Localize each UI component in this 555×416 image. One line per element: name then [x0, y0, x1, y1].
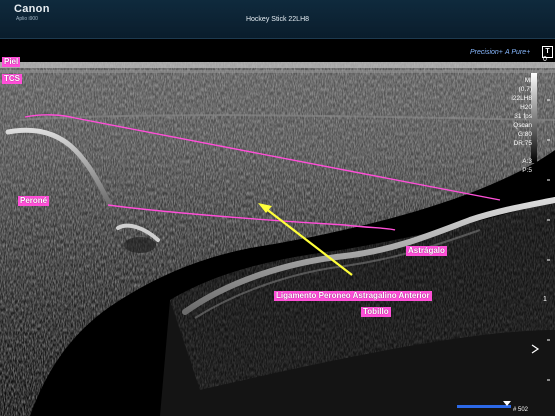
- label-tcs: TCS: [2, 74, 22, 84]
- param-probe: i22LH8: [511, 95, 532, 102]
- label-perone: Peroné: [18, 196, 50, 206]
- label-ligament: Ligamento Peroneo Astragalino Anterior: [274, 291, 432, 301]
- precision-indicator: Precision+: [470, 49, 503, 56]
- fibula-shadow: [124, 237, 156, 253]
- scan-parameters: MI (0.7) i22LH8 H20 31 fps Qscan G:80 DR…: [492, 76, 532, 175]
- skin-band-2: [0, 70, 555, 73]
- frame-counter: # 502: [513, 407, 529, 413]
- cine-position-marker: [503, 401, 511, 406]
- param-gain: G:80: [517, 131, 532, 138]
- param-qscan: Qscan: [513, 122, 532, 129]
- label-astragalo: Astrágalo: [406, 246, 447, 256]
- depth-one: 1: [543, 296, 547, 303]
- param-spacer: [492, 148, 532, 157]
- param-a: A:3: [522, 158, 532, 165]
- ultrasound-image: [0, 62, 555, 416]
- skin-band: [0, 62, 555, 68]
- param-h: H20: [520, 104, 532, 111]
- param-p: P:5: [522, 167, 532, 174]
- apure-indicator: A Pure+: [505, 49, 531, 56]
- param-mi-value: (0.7): [518, 86, 532, 93]
- label-piel: Piel: [2, 57, 21, 67]
- param-dr: DR:75: [513, 140, 532, 147]
- depth-zero: 0: [543, 56, 547, 63]
- label-tobillo: Tobillo: [361, 307, 391, 317]
- param-fps: 31 fps: [514, 113, 532, 120]
- param-mi: MI: [524, 77, 532, 84]
